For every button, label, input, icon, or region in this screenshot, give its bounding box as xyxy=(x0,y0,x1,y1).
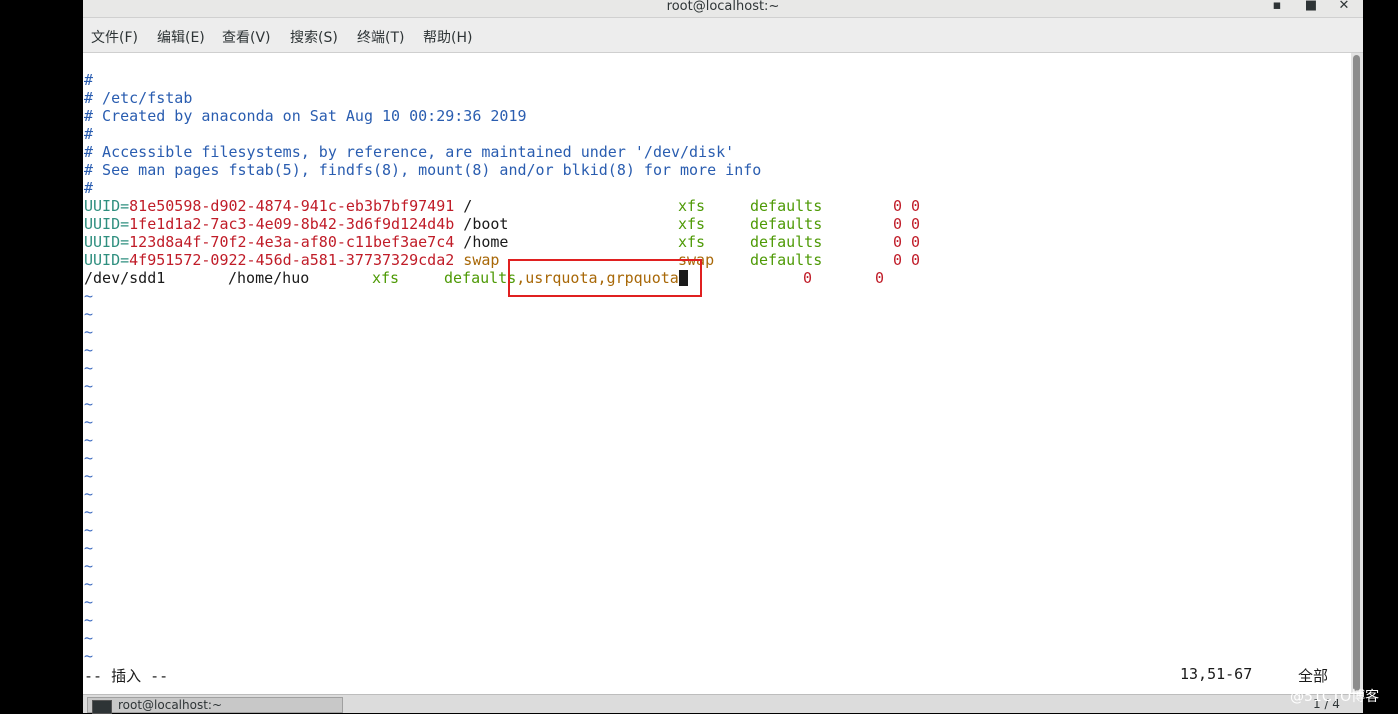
tilde-line: ~ xyxy=(84,629,94,647)
mount-point: /boot xyxy=(463,215,509,233)
mount-point: /home xyxy=(463,233,509,251)
dump: 0 xyxy=(893,251,903,269)
uuid-value: 4f951572-0922-456d-a581-37737329cda2 xyxy=(129,251,455,269)
tilde-line: ~ xyxy=(84,305,94,323)
pass: 0 xyxy=(911,251,921,269)
tilde-line: ~ xyxy=(84,593,94,611)
tilde-line: ~ xyxy=(84,575,94,593)
uuid-key: UUID xyxy=(84,215,121,233)
scrollbar[interactable] xyxy=(1351,53,1363,693)
menu-view[interactable]: 查看(V) xyxy=(222,27,271,47)
tilde-line: ~ xyxy=(84,323,94,341)
uuid-value: 81e50598-d902-4874-941c-eb3b7bf97491 xyxy=(129,197,455,215)
menu-edit[interactable]: 编辑(E) xyxy=(157,27,205,47)
edited-device: /dev/sdd1 xyxy=(84,269,166,287)
tilde-line: ~ xyxy=(84,521,94,539)
uuid-eq: = xyxy=(120,233,130,251)
tilde-line: ~ xyxy=(84,485,94,503)
edited-pass: 0 xyxy=(875,269,885,287)
highlight-box xyxy=(508,259,702,297)
fstab-entry: UUID=123d8a4f-70f2-4e3a-af80-c11bef3ae7c… xyxy=(84,233,508,251)
watermark: @51CTO博客 xyxy=(1290,689,1380,705)
menu-help[interactable]: 帮助(H) xyxy=(423,27,472,47)
comment-line: # xyxy=(84,125,94,143)
options: defaults xyxy=(750,233,823,251)
vim-mode-indicator: -- 插入 -- xyxy=(84,667,169,685)
uuid-key: UUID xyxy=(84,251,121,269)
comment-line: # Created by anaconda on Sat Aug 10 00:2… xyxy=(84,107,527,125)
maximize-button[interactable]: ■ xyxy=(1301,0,1321,13)
fstab-entry: UUID=81e50598-d902-4874-941c-eb3b7bf9749… xyxy=(84,197,472,215)
tilde-line: ~ xyxy=(84,431,94,449)
uuid-value: 123d8a4f-70f2-4e3a-af80-c11bef3ae7c4 xyxy=(129,233,455,251)
tilde-line: ~ xyxy=(84,287,94,305)
tilde-line: ~ xyxy=(84,395,94,413)
comment-line: # See man pages fstab(5), findfs(8), mou… xyxy=(84,161,762,179)
tilde-line: ~ xyxy=(84,557,94,575)
options: defaults xyxy=(750,197,823,215)
tilde-line: ~ xyxy=(84,611,94,629)
options-base: defaults xyxy=(444,269,517,287)
menu-search[interactable]: 搜索(S) xyxy=(290,27,338,47)
taskbar-window-button[interactable]: root@localhost:~ xyxy=(87,697,343,714)
uuid-eq: = xyxy=(120,251,130,269)
title-bar[interactable]: root@localhost:~ ▪ ■ ✕ xyxy=(83,0,1363,18)
menu-terminal[interactable]: 终端(T) xyxy=(357,27,404,47)
terminal-window: root@localhost:~ ▪ ■ ✕ 文件(F) 编辑(E) 查看(V)… xyxy=(83,0,1363,714)
uuid-key: UUID xyxy=(84,197,121,215)
dump: 0 xyxy=(893,215,903,233)
uuid-key: UUID xyxy=(84,233,121,251)
pass: 0 xyxy=(911,197,921,215)
tilde-line: ~ xyxy=(84,449,94,467)
uuid-eq: = xyxy=(120,215,130,233)
fstab-entry: UUID=1fe1d1a2-7ac3-4e09-8b42-3d6f9d124d4… xyxy=(84,215,508,233)
edited-dump: 0 xyxy=(803,269,813,287)
tilde-line: ~ xyxy=(84,377,94,395)
menu-bar: 文件(F) 编辑(E) 查看(V) 搜索(S) 终端(T) 帮助(H) xyxy=(83,18,1363,53)
taskbar-window-label: root@localhost:~ xyxy=(118,698,223,712)
tilde-line: ~ xyxy=(84,341,94,359)
uuid-value: 1fe1d1a2-7ac3-4e09-8b42-3d6f9d124d4b xyxy=(129,215,455,233)
fstab-entry: UUID=4f951572-0922-456d-a581-37737329cda… xyxy=(84,251,499,269)
fstype: xfs xyxy=(678,197,706,215)
minimize-button[interactable]: ▪ xyxy=(1267,0,1287,13)
tilde-line: ~ xyxy=(84,413,94,431)
menu-file[interactable]: 文件(F) xyxy=(91,27,138,47)
pass: 0 xyxy=(911,233,921,251)
terminal-content[interactable]: # # /etc/fstab # Created by anaconda on … xyxy=(83,53,1351,693)
comment-line: # /etc/fstab xyxy=(84,89,193,107)
comment-line: # Accessible filesystems, by reference, … xyxy=(84,143,735,161)
tilde-line: ~ xyxy=(84,467,94,485)
scroll-position: 全部 xyxy=(1298,667,1329,685)
mount-point: swap xyxy=(463,251,500,269)
close-button[interactable]: ✕ xyxy=(1334,0,1354,13)
tilde-line: ~ xyxy=(84,359,94,377)
mount-point: / xyxy=(463,197,473,215)
tilde-line: ~ xyxy=(84,539,94,557)
taskbar: root@localhost:~ 1 / 4 xyxy=(83,694,1363,714)
pass: 0 xyxy=(911,215,921,233)
comment-line: # xyxy=(84,71,94,89)
scrollbar-thumb[interactable] xyxy=(1353,55,1360,691)
window-title: root@localhost:~ xyxy=(666,0,780,14)
cursor-position: 13,51-67 xyxy=(1180,665,1253,683)
options: defaults xyxy=(750,215,823,233)
fstype: xfs xyxy=(678,215,706,233)
edited-mount: /home/huo xyxy=(228,269,310,287)
fstype: xfs xyxy=(678,233,706,251)
dump: 0 xyxy=(893,197,903,215)
tilde-line: ~ xyxy=(84,503,94,521)
options: defaults xyxy=(750,251,823,269)
uuid-eq: = xyxy=(120,197,130,215)
tilde-line: ~ xyxy=(84,647,94,665)
dump: 0 xyxy=(893,233,903,251)
edited-fstype: xfs xyxy=(372,269,400,287)
comment-line: # xyxy=(84,179,94,197)
